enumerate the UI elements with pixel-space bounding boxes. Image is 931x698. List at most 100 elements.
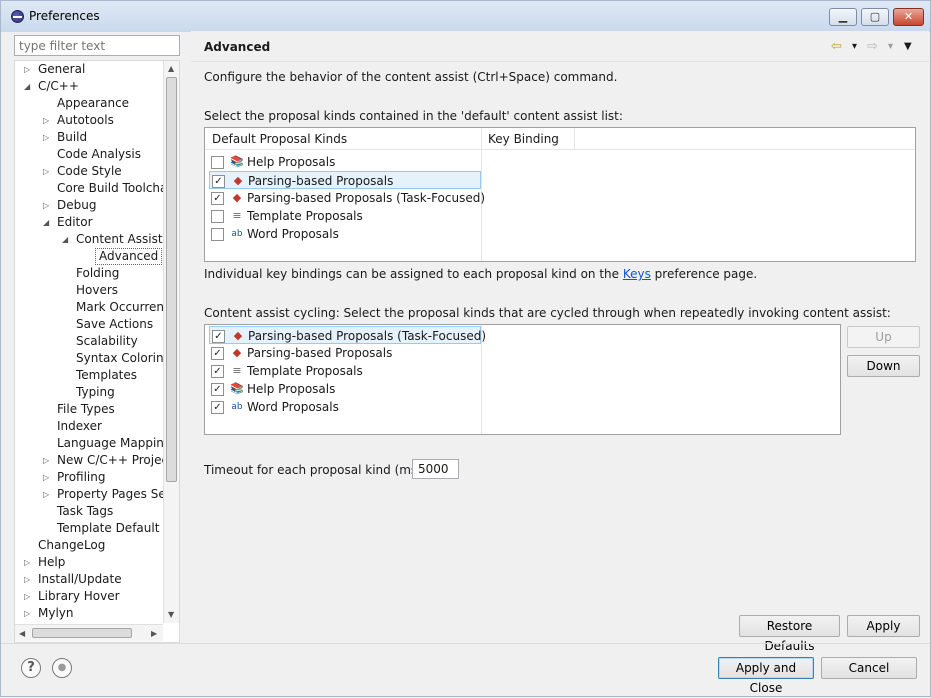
view-menu-icon[interactable]: ▼ [904, 41, 912, 52]
tree-item[interactable]: ▷ Code Style [15, 163, 163, 180]
tree-item[interactable]: Language Mappings [15, 435, 163, 452]
table-row[interactable]: ✓◆Parsing-based Proposals (Task-Focused) [209, 189, 479, 207]
maximize-button[interactable]: ▢ [861, 8, 889, 26]
tree-item[interactable]: ▷Install/Update [15, 571, 163, 588]
down-button[interactable]: Down [847, 355, 920, 377]
tree-item[interactable]: Scalability [15, 333, 163, 350]
tree-vertical-scroll-thumb[interactable] [166, 77, 177, 482]
scroll-up-icon[interactable]: ▲ [168, 64, 174, 73]
table-row[interactable]: ≡Template Proposals [209, 207, 479, 225]
tree-item[interactable]: Syntax Coloring [15, 350, 163, 367]
tree-item[interactable]: ▷Property Pages Set [15, 486, 163, 503]
row-checkbox[interactable]: ✓ [211, 365, 224, 378]
row-checkbox[interactable]: ✓ [212, 330, 225, 343]
row-checkbox[interactable] [211, 228, 224, 241]
tree-item[interactable]: ▷New C/C++ Project [15, 452, 163, 469]
table-row[interactable]: ✓📚Help Proposals [209, 380, 479, 398]
col-key-binding[interactable]: Key Binding [488, 132, 559, 146]
col-default-proposal-kinds[interactable]: Default Proposal Kinds [212, 132, 347, 146]
row-checkbox[interactable] [211, 156, 224, 169]
expand-arrow-icon[interactable]: ▷ [43, 452, 49, 469]
apply-and-close-button[interactable]: Apply and Close [718, 657, 814, 679]
tree-item[interactable]: ▷Mylyn [15, 605, 163, 622]
tree-item[interactable]: Code Analysis [15, 146, 163, 163]
minimize-button[interactable]: ▁ [829, 8, 857, 26]
collapse-arrow-icon[interactable]: ◢ [43, 214, 49, 231]
tree-item[interactable]: ▷Autotools [15, 112, 163, 129]
close-button[interactable]: ✕ [893, 8, 924, 26]
expand-arrow-icon[interactable]: ▷ [43, 469, 49, 486]
table-row[interactable]: 📚Help Proposals [209, 153, 479, 171]
apply-button[interactable]: Apply [847, 615, 920, 637]
restore-defaults-button[interactable]: Restore Defaults [739, 615, 840, 637]
tree-item[interactable]: ChangeLog [15, 537, 163, 554]
table-row[interactable]: ✓≡Template Proposals [209, 362, 479, 380]
tree-item-label: Code Style [57, 163, 122, 180]
expand-arrow-icon[interactable]: ▷ [43, 163, 49, 180]
tree-item[interactable]: ▷General [15, 61, 163, 78]
expand-arrow-icon[interactable]: ▷ [24, 61, 30, 78]
expand-arrow-icon[interactable]: ▷ [43, 129, 49, 146]
tree-item[interactable]: Folding [15, 265, 163, 282]
tree-item-label: Editor [57, 214, 93, 231]
expand-arrow-icon[interactable]: ▷ [43, 112, 49, 129]
scroll-left-icon[interactable]: ◀ [19, 629, 25, 638]
scroll-right-icon[interactable]: ▶ [151, 629, 157, 638]
tree-item[interactable]: Core Build Toolchair [15, 180, 163, 197]
row-checkbox[interactable]: ✓ [211, 401, 224, 414]
row-checkbox[interactable]: ✓ [212, 175, 225, 188]
expand-arrow-icon[interactable]: ▷ [43, 197, 49, 214]
collapse-arrow-icon[interactable]: ◢ [24, 78, 30, 95]
back-dropdown-icon[interactable]: ▾ [852, 41, 857, 52]
back-icon[interactable]: ⇦ [831, 39, 842, 54]
tree-item[interactable]: Appearance [15, 95, 163, 112]
table-row[interactable]: abWord Proposals [209, 225, 479, 243]
tree-item[interactable]: Templates [15, 367, 163, 384]
tree-item[interactable]: ▷Debug [15, 197, 163, 214]
scroll-down-icon[interactable]: ▼ [168, 610, 174, 619]
tree-item[interactable]: File Types [15, 401, 163, 418]
expand-arrow-icon[interactable]: ▷ [43, 486, 49, 503]
expand-arrow-icon[interactable]: ▷ [24, 588, 30, 605]
table-row[interactable]: ✓◆Parsing-based Proposals [209, 344, 479, 362]
tree-item[interactable]: ◢ Editor [15, 214, 163, 231]
collapse-arrow-icon[interactable]: ◢ [62, 231, 68, 248]
expand-arrow-icon[interactable]: ▷ [24, 571, 30, 588]
keys-link[interactable]: Keys [623, 267, 651, 281]
timeout-input[interactable]: 5000 [412, 459, 459, 479]
tree-item[interactable]: Hovers [15, 282, 163, 299]
record-icon[interactable]: ● [52, 658, 72, 678]
tree-item[interactable]: Mark Occurrence [15, 299, 163, 316]
row-checkbox[interactable]: ✓ [211, 192, 224, 205]
row-checkbox[interactable]: ✓ [211, 347, 224, 360]
up-button[interactable]: Up [847, 326, 920, 348]
table-row[interactable]: ✓abWord Proposals [209, 398, 479, 416]
tree-item[interactable]: Save Actions [15, 316, 163, 333]
cancel-button[interactable]: Cancel [821, 657, 917, 679]
tree-item[interactable]: Advanced [15, 248, 163, 265]
tree-vertical-scrollbar[interactable]: ▲ ▼ [163, 61, 179, 623]
tree-item[interactable]: ◢Content Assist [15, 231, 163, 248]
filter-input[interactable] [14, 35, 180, 56]
table-row[interactable]: ✓◆Parsing-based Proposals (Task-Focused) [209, 326, 481, 344]
keys-note-text-end: preference page. [651, 267, 757, 281]
tree-horizontal-scroll-thumb[interactable] [32, 628, 132, 638]
expand-arrow-icon[interactable]: ▷ [24, 605, 30, 622]
tree-item[interactable]: ▷Library Hover [15, 588, 163, 605]
keys-note-text: Individual key bindings can be assigned … [204, 267, 623, 281]
tree-item[interactable]: Indexer [15, 418, 163, 435]
tree-item[interactable]: Template Default V [15, 520, 163, 537]
help-icon[interactable]: ? [21, 658, 41, 678]
expand-arrow-icon[interactable]: ▷ [24, 554, 30, 571]
tree-item[interactable]: ▷Help [15, 554, 163, 571]
tree-item[interactable]: Task Tags [15, 503, 163, 520]
tree-item-label: Syntax Coloring [76, 350, 171, 367]
tree-item[interactable]: ▷Profiling [15, 469, 163, 486]
tree-horizontal-scrollbar[interactable]: ◀ ▶ [15, 624, 163, 641]
tree-item[interactable]: ◢C/C++ [15, 78, 163, 95]
row-checkbox[interactable] [211, 210, 224, 223]
tree-item[interactable]: ▷Build [15, 129, 163, 146]
tree-item[interactable]: Typing [15, 384, 163, 401]
row-checkbox[interactable]: ✓ [211, 383, 224, 396]
table-row[interactable]: ✓◆Parsing-based Proposals [209, 171, 481, 189]
